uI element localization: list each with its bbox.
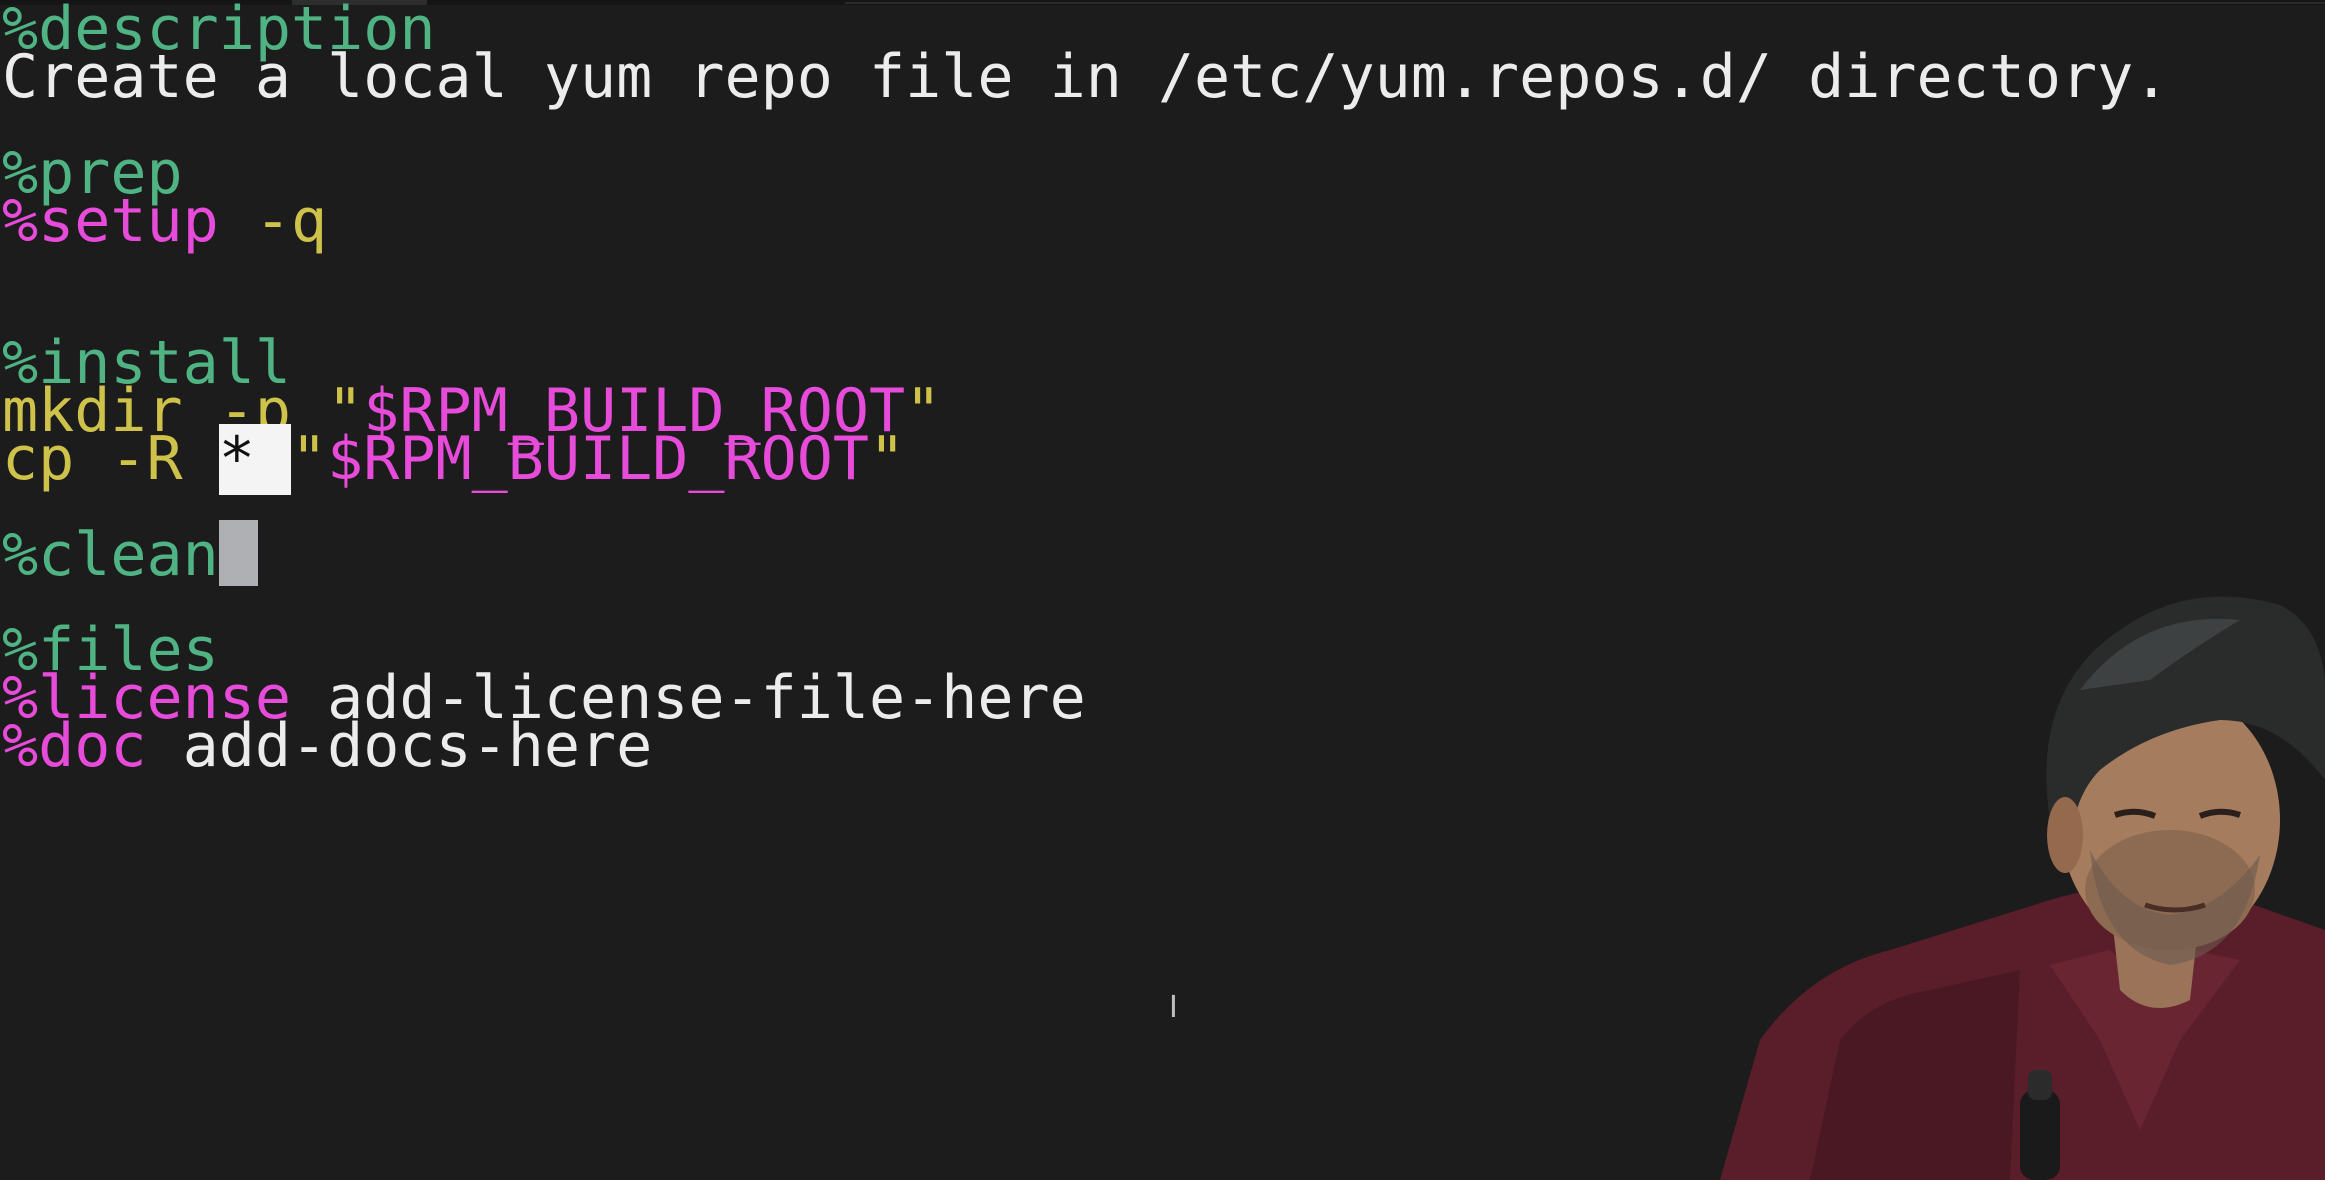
cp-quote-end: " bbox=[868, 424, 906, 494]
cp-glob-selection[interactable]: * bbox=[218, 424, 291, 495]
doc-value: add-docs-here bbox=[146, 711, 653, 781]
editor-line-description-text[interactable]: Create a local yum repo file in /etc/yum… bbox=[2, 42, 2169, 113]
cp-command: cp -R bbox=[2, 424, 219, 494]
webcam-overlay bbox=[1720, 596, 2325, 1180]
text-cursor bbox=[218, 520, 258, 586]
description-text: Create a local yum repo file in /etc/yum… bbox=[2, 42, 2170, 112]
mouse-ibeam-icon: I bbox=[1169, 990, 1178, 1025]
setup-macro: %setup bbox=[2, 186, 219, 256]
editor-line-setup[interactable]: %setup -q bbox=[2, 186, 327, 257]
editor-line-cp[interactable]: cp -R * "$RPM_BUILD_ROOT" bbox=[2, 424, 905, 495]
editor-line-doc[interactable]: %doc add-docs-here bbox=[2, 711, 652, 782]
mkdir-quote-end: " bbox=[905, 376, 942, 446]
cp-variable: $RPM_BUILD_ROOT bbox=[327, 424, 869, 494]
clean-directive: %clean bbox=[2, 520, 219, 590]
cp-quote-open: " bbox=[291, 424, 328, 494]
screen: %description Create a local yum repo fil… bbox=[0, 0, 2325, 1180]
doc-macro: %doc bbox=[2, 711, 147, 781]
setup-flag: -q bbox=[218, 186, 328, 256]
editor-line-clean[interactable]: %clean bbox=[2, 520, 258, 591]
